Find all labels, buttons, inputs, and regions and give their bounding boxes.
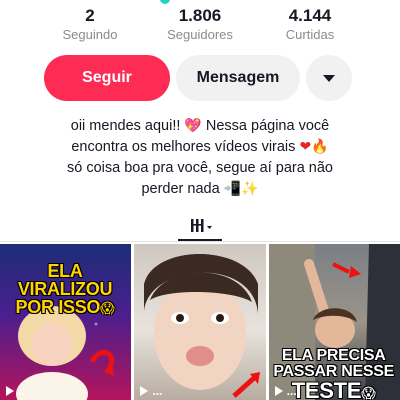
- scream-emoji-icon: 😱: [100, 301, 115, 317]
- following-count: 2: [85, 6, 95, 25]
- bio-line-4: perder nada 📲✨: [141, 181, 259, 197]
- bio-line-3: só coisa boa pra você, segue aí para não: [66, 160, 333, 176]
- profile-tabs: [0, 206, 400, 242]
- bio-line-1: oii mendes aqui!! 💖 Nessa página você: [70, 118, 330, 134]
- video-grid: ELA VIRALIZOU POR ISSO😱 ... ... ELA PREC…: [0, 244, 400, 400]
- red-heart-icon: ❤: [299, 139, 312, 155]
- scream-emoji-icon: 😱: [361, 386, 376, 400]
- message-button[interactable]: Mensagem: [176, 55, 300, 101]
- thumbnail-face-illustration: [144, 254, 261, 398]
- view-count: ...: [6, 384, 28, 398]
- play-icon: [140, 386, 149, 396]
- video-caption: ELA VIRALIZOU POR ISSO😱: [15, 261, 115, 317]
- bio-line-2: encontra os melhores vídeos virais ❤🔥: [71, 139, 329, 155]
- view-count: ...: [140, 384, 162, 398]
- profile-actions: Seguir Mensagem: [44, 55, 352, 101]
- stat-followers[interactable]: 1.806 Seguidores: [150, 6, 250, 46]
- chevron-down-icon: [323, 74, 335, 82]
- likes-count: 4.144: [288, 6, 332, 25]
- view-count: ...: [274, 384, 297, 398]
- following-label: Seguindo: [62, 27, 118, 42]
- followers-label: Seguidores: [167, 27, 233, 42]
- likes-label: Curtidas: [285, 27, 335, 42]
- sparkling-heart-icon: 💖: [184, 118, 202, 134]
- stat-likes[interactable]: 4.144 Curtidas: [260, 6, 360, 46]
- followers-count: 1.806: [178, 6, 222, 25]
- video-thumbnail[interactable]: ELA PRECISA PASSAR NESSE TESTE😱 ...: [268, 244, 400, 400]
- more-button[interactable]: [306, 55, 352, 101]
- video-thumbnail[interactable]: ELA VIRALIZOU POR ISSO😱 ...: [0, 244, 132, 400]
- sparkles-icon: ✨: [241, 181, 259, 197]
- profile-bio: oii mendes aqui!! 💖 Nessa página você en…: [30, 116, 370, 200]
- grid-videos-icon: [191, 219, 212, 232]
- follow-button[interactable]: Seguir: [44, 55, 170, 101]
- stat-following[interactable]: 2 Seguindo: [40, 6, 140, 46]
- avatar-ring-edge: [160, 0, 170, 4]
- video-thumbnail[interactable]: ...: [134, 244, 266, 400]
- profile-stats: 2 Seguindo 1.806 Seguidores 4.144 Curtid…: [40, 6, 360, 46]
- tab-videos[interactable]: [178, 210, 222, 242]
- play-icon: [274, 386, 283, 396]
- play-icon: [6, 386, 14, 396]
- phone-icon: 📲: [223, 181, 242, 197]
- fire-icon: 🔥: [311, 139, 329, 155]
- tab-divider: [0, 241, 400, 242]
